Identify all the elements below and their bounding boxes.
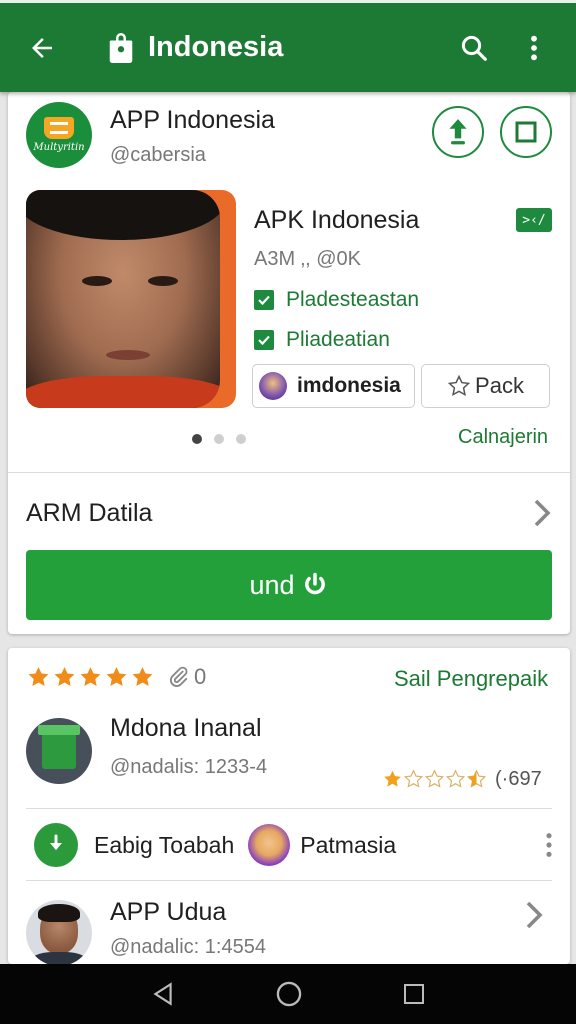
calendar-link[interactable]: Calnajerin	[458, 426, 548, 449]
app-name: APP Indonesia	[110, 106, 275, 134]
search-icon[interactable]	[452, 26, 496, 70]
more-vert-icon[interactable]	[512, 26, 556, 70]
review-item-name[interactable]: Mdona Inanal	[110, 714, 262, 743]
star-icon	[384, 770, 401, 787]
shopping-bag-icon	[104, 28, 138, 68]
star-outline-icon	[424, 769, 445, 788]
app-detail-card: Multyritin APP Indonesia @cabersia APK I…	[8, 92, 570, 634]
app-handle: @cabersia	[110, 144, 206, 166]
install-label: und	[249, 569, 295, 600]
system-nav-bar	[0, 964, 576, 1024]
download-row-label: Eabig Toabah	[94, 831, 235, 858]
carousel-dots	[192, 434, 258, 444]
sail-link[interactable]: Sail Pengrepaik	[394, 666, 548, 692]
check-item[interactable]: Pladesteastan	[254, 288, 419, 312]
download-row[interactable]: Eabig Toabah Patmasia	[8, 810, 570, 880]
star-outline-icon	[403, 769, 424, 788]
review-item-stars: (·697	[382, 768, 542, 791]
stop-icon	[515, 121, 537, 143]
star-icon	[28, 666, 49, 686]
author-chip-label: imdonesia	[297, 374, 401, 397]
star-outline-icon	[445, 769, 466, 788]
check-item[interactable]: Pliadeatian	[254, 328, 390, 352]
star-icon	[106, 666, 127, 686]
star-outline-icon	[447, 374, 471, 397]
nav-home-icon[interactable]	[275, 980, 303, 1008]
portrait-photo	[26, 190, 220, 408]
checkbox-icon[interactable]	[254, 290, 274, 310]
attachment-count-value: 0	[194, 664, 207, 689]
stop-button[interactable]	[500, 106, 552, 158]
install-button[interactable]: und	[26, 550, 552, 620]
author-chip[interactable]: imdonesia	[252, 364, 415, 408]
divider	[26, 880, 552, 881]
chevron-right-icon	[534, 499, 551, 527]
author-avatar	[259, 372, 287, 400]
upload-icon	[449, 119, 467, 145]
pack-chip-label: Pack	[475, 373, 524, 398]
more-vert-icon[interactable]	[544, 831, 554, 859]
review-item-handle: @nadalis: 1233-4	[110, 756, 268, 778]
logo-text: Multyritin	[33, 142, 85, 153]
check-label: Pladesteastan	[286, 288, 420, 311]
apk-meta: A3M ‚, @0K	[254, 248, 362, 270]
rating-stars: 0	[26, 664, 206, 690]
pack-chip[interactable]: Pack	[421, 364, 550, 408]
checkbox-icon[interactable]	[254, 330, 274, 350]
carousel-dot[interactable]	[236, 434, 246, 444]
carousel-dot[interactable]	[192, 434, 202, 444]
attachment-count[interactable]: 0	[168, 664, 206, 690]
app-avatar	[26, 718, 92, 784]
star-icon	[132, 666, 153, 686]
app-bar-title: Indonesia	[148, 31, 284, 63]
apk-title: APK Indonesia	[254, 206, 420, 234]
upload-button[interactable]	[432, 106, 484, 158]
app-screenshot-image[interactable]	[26, 190, 236, 408]
apk-badge: >‹/	[516, 208, 552, 232]
arm-details-row[interactable]: ARM Datila	[8, 472, 570, 554]
star-half-icon	[466, 769, 487, 788]
download-icon[interactable]	[34, 823, 78, 867]
cart-icon	[44, 117, 74, 139]
nav-back-icon[interactable]	[150, 980, 176, 1008]
power-icon	[304, 572, 325, 595]
list-item-handle: @nadalic: 1:4554	[110, 936, 266, 958]
app-bar: Indonesia	[0, 0, 576, 92]
divider	[26, 808, 552, 809]
avatar	[248, 824, 291, 866]
star-icon	[54, 666, 75, 686]
review-item-count: (·697	[495, 768, 542, 790]
arm-details-label: ARM Datila	[26, 498, 153, 527]
check-label: Pliadeatian	[286, 328, 390, 351]
download-row-author: Patmasia	[300, 831, 397, 858]
reviews-card: 0 Sail Pengrepaik Mdona Inanal @nadalis:…	[8, 648, 570, 964]
user-avatar	[26, 900, 92, 964]
list-item-name[interactable]: APP Udua	[110, 898, 226, 927]
paperclip-icon	[170, 666, 188, 687]
chevron-right-icon[interactable]	[524, 900, 544, 930]
carousel-dot[interactable]	[214, 434, 224, 444]
star-icon	[80, 666, 101, 686]
app-logo: Multyritin	[26, 102, 92, 168]
nav-recents-icon[interactable]	[402, 982, 426, 1006]
back-arrow-icon[interactable]	[20, 26, 64, 70]
